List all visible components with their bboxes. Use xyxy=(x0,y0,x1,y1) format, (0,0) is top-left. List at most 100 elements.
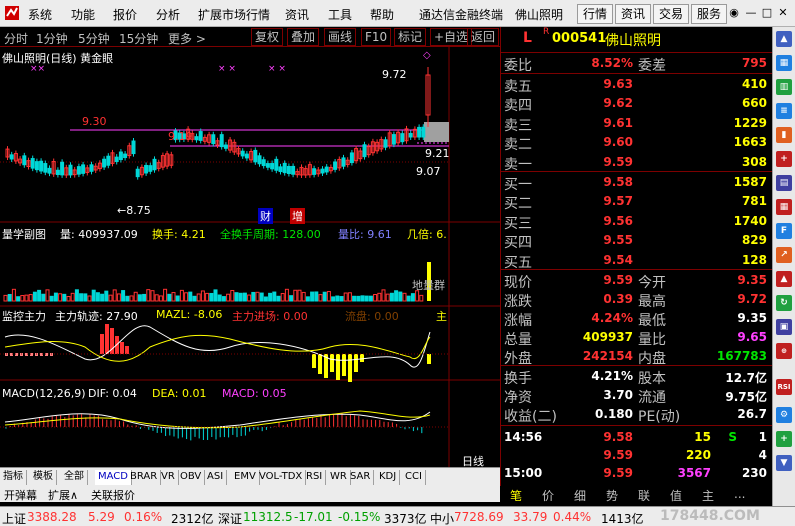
candle-body xyxy=(244,153,249,159)
indicator-tab[interactable]: 模板 xyxy=(30,470,57,485)
period-15min[interactable]: 15分钟 xyxy=(119,30,158,47)
add-watchlist-button[interactable]: +自选 xyxy=(430,28,473,46)
ask-row[interactable]: 卖五 9.63 410 xyxy=(501,74,773,95)
draw-line-button[interactable]: 画线 xyxy=(324,28,357,46)
sz-index-label[interactable]: 深证 xyxy=(218,510,242,526)
sidebar-book-icon[interactable]: ▣ xyxy=(776,319,792,335)
sidebar-add-icon[interactable]: + xyxy=(776,431,792,447)
sidebar-kline-icon[interactable]: ▮ xyxy=(776,127,792,143)
ask-row[interactable]: 卖一 9.59 308 xyxy=(501,152,773,173)
chart-area[interactable]: 佛山照明(日线) 黄金眼 ×× × × × × ◇ 9.72 9.30 9.19… xyxy=(0,47,500,468)
sidebar-grid-icon[interactable]: ▦ xyxy=(776,55,792,71)
sidebar-zoom-icon[interactable]: ⊕ xyxy=(776,343,792,359)
quote-tab[interactable]: 主 xyxy=(702,487,714,504)
quote-tab[interactable]: 价 xyxy=(542,487,554,504)
bid-row[interactable]: 买五 9.54 128 xyxy=(501,250,773,271)
restore-right-button[interactable]: 复权 xyxy=(251,28,284,46)
monitor-line-yellow xyxy=(4,334,431,362)
sidebar-hot-icon[interactable]: ▲ xyxy=(776,271,792,287)
indicator-tab[interactable]: ASI xyxy=(204,470,228,485)
sidebar-f10-icon[interactable]: F xyxy=(776,223,792,239)
minimize-icon[interactable]: — xyxy=(743,6,759,21)
sidebar-down-icon[interactable]: ▼ xyxy=(776,455,792,471)
tick-time: 14:56 xyxy=(504,430,543,444)
danmaku-button[interactable]: 开弹幕 xyxy=(4,487,37,503)
sidebar-refresh-icon[interactable]: ↻ xyxy=(776,295,792,311)
quote-row-price: 9.63 xyxy=(603,77,633,91)
ask-row[interactable]: 卖四 9.62 660 xyxy=(501,93,773,114)
price-label-919: 9.19 xyxy=(168,130,193,143)
bid-row[interactable]: 买二 9.57 781 xyxy=(501,191,773,212)
mark-button[interactable]: 标记 xyxy=(394,28,427,46)
tab-service[interactable]: 服务 xyxy=(691,4,728,24)
ask-row[interactable]: 卖三 9.61 1229 xyxy=(501,113,773,134)
related-quote-button[interactable]: 关联报价 xyxy=(91,487,135,503)
maximize-icon[interactable]: □ xyxy=(759,6,775,21)
quote-tab[interactable]: 联 xyxy=(638,487,650,504)
period-timeshare[interactable]: 分时 xyxy=(4,30,28,47)
window-menu-icon[interactable]: ◉ xyxy=(726,6,742,21)
quote-tab[interactable]: 值 xyxy=(670,487,682,504)
stat-row: 涨幅 4.24% 最低 9.35 xyxy=(501,308,773,329)
menu-help[interactable]: 帮助 xyxy=(370,6,394,23)
menu-function[interactable]: 功能 xyxy=(71,6,95,23)
menu-news[interactable]: 资讯 xyxy=(285,6,309,23)
finance-badge[interactable]: 财 xyxy=(258,208,273,224)
tab-market[interactable]: 行情 xyxy=(577,4,614,24)
indicator-tab[interactable]: OBV xyxy=(177,470,206,485)
increase-badge[interactable]: 增 xyxy=(290,208,305,224)
bid-row[interactable]: 买三 9.56 1740 xyxy=(501,211,773,232)
f10-button[interactable]: F10 xyxy=(361,28,392,46)
quote-row-volume: 1663 xyxy=(733,135,767,150)
sh-index-amount: 2312亿 xyxy=(171,512,214,526)
tab-news[interactable]: 资讯 xyxy=(615,4,652,24)
quote-tab[interactable]: 笔 xyxy=(510,487,522,504)
extend-button[interactable]: 扩展∧ xyxy=(48,487,78,503)
zx-index-label[interactable]: 中小 xyxy=(430,510,454,526)
back-button[interactable]: 返回 xyxy=(467,28,500,46)
candle-body xyxy=(22,155,27,166)
menu-quote[interactable]: 报价 xyxy=(113,6,137,23)
sidebar-settings-icon[interactable]: ⚙ xyxy=(776,407,792,423)
sidebar-bars-icon[interactable]: ▦ xyxy=(776,199,792,215)
sidebar-chart-icon[interactable]: ▥ xyxy=(776,79,792,95)
period-5min[interactable]: 5分钟 xyxy=(78,30,110,47)
sidebar-trend-icon[interactable]: ↗ xyxy=(776,247,792,263)
tab-trade[interactable]: 交易 xyxy=(653,4,690,24)
close-icon[interactable]: ✕ xyxy=(775,6,791,21)
volume-bar xyxy=(58,293,63,302)
quote-tab[interactable]: 细 xyxy=(574,487,586,504)
sidebar-plus-icon[interactable]: + xyxy=(776,151,792,167)
indicator-tab[interactable]: 全部 xyxy=(61,470,88,485)
indicator-tab[interactable]: RSI xyxy=(303,470,327,485)
indicator-tab[interactable]: BRAR xyxy=(127,470,162,485)
period-more[interactable]: 更多 > xyxy=(168,30,206,47)
indicator-tab[interactable]: 指标 xyxy=(0,470,27,485)
volume-bar xyxy=(188,291,193,302)
volume-bar xyxy=(146,289,151,302)
quote-tab[interactable]: ... xyxy=(734,487,745,501)
sidebar-rsi-icon[interactable]: RSI xyxy=(776,379,792,395)
menu-analysis[interactable]: 分析 xyxy=(156,6,180,23)
menu-system[interactable]: 系统 xyxy=(28,6,52,23)
sh-index-label[interactable]: 上证 xyxy=(2,510,26,526)
indicator-tab[interactable]: VR xyxy=(158,470,179,485)
sidebar-list-icon[interactable]: ≡ xyxy=(776,103,792,119)
menu-extended-market[interactable]: 扩展市场行情 xyxy=(198,6,270,23)
indicator-tab[interactable]: KDJ xyxy=(376,470,401,485)
indicator-tab[interactable]: CCI xyxy=(402,470,426,485)
ask-row[interactable]: 卖二 9.60 1663 xyxy=(501,132,773,153)
sidebar-candles-icon[interactable]: ▤ xyxy=(776,175,792,191)
sidebar-up-icon[interactable]: ▲ xyxy=(776,31,792,47)
indicator-tab[interactable]: VOL-TDX xyxy=(256,470,307,485)
candle-body xyxy=(81,164,86,174)
volume-bar xyxy=(175,295,180,302)
bid-row[interactable]: 买一 9.58 1587 xyxy=(501,172,773,193)
bid-row[interactable]: 买四 9.55 829 xyxy=(501,230,773,251)
quote-tab[interactable]: 势 xyxy=(606,487,618,504)
overlay-button[interactable]: 叠加 xyxy=(287,28,320,46)
indicator-tab[interactable]: SAR xyxy=(347,470,375,485)
period-1min[interactable]: 1分钟 xyxy=(36,30,68,47)
volume-bar xyxy=(3,294,8,302)
menu-tools[interactable]: 工具 xyxy=(328,6,352,23)
